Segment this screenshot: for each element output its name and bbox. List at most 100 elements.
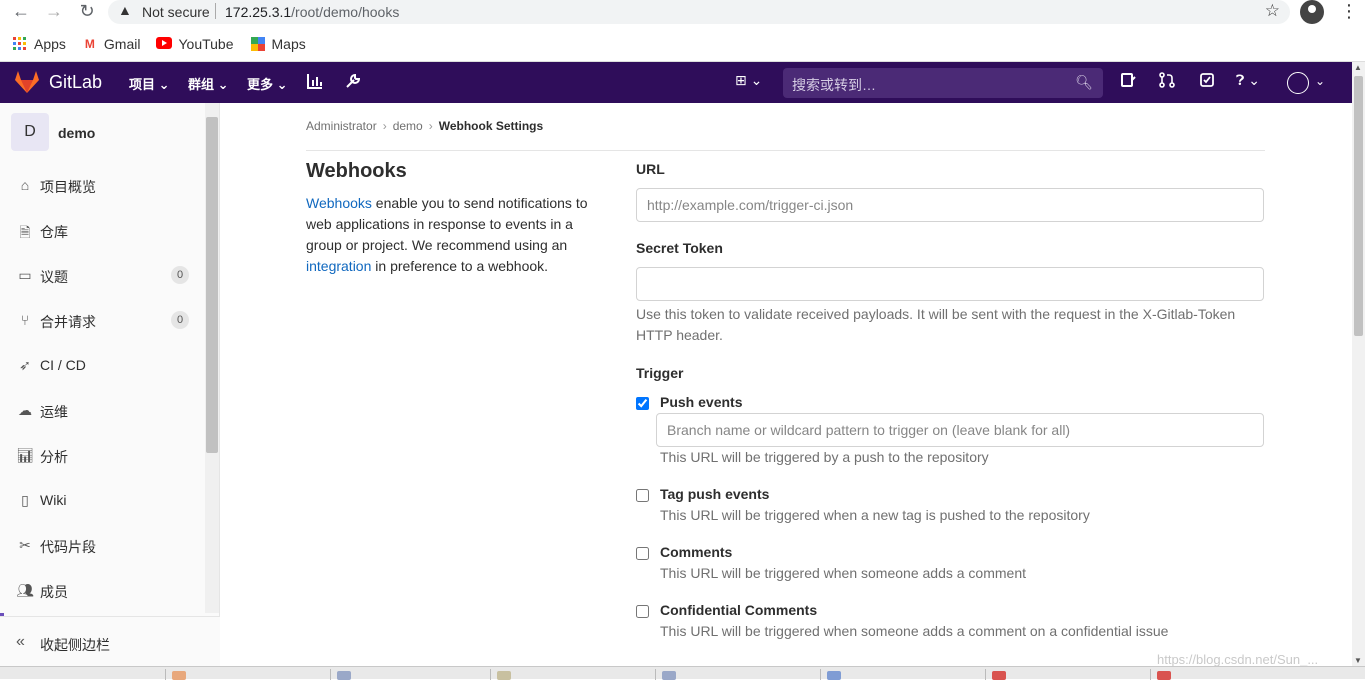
bookmark-maps[interactable]: Maps [250, 34, 306, 54]
nav-groups[interactable]: 群组 ⌄ [188, 74, 229, 93]
comments-checkbox[interactable] [636, 547, 649, 560]
breadcrumb-link-administrator[interactable]: Administrator [306, 119, 377, 133]
users-icon: 👥︎ [16, 582, 34, 598]
nav-projects[interactable]: 项目 ⌄ [129, 74, 170, 93]
taskbar-item-active[interactable] [1150, 669, 1310, 680]
taskbar-item[interactable] [985, 669, 1150, 680]
chevron-right-icon: › [382, 119, 387, 133]
nav-label: 项目 [129, 77, 156, 92]
merge-request-icon[interactable] [1159, 72, 1175, 93]
push-events-label[interactable]: Push events [660, 394, 742, 410]
taskbar-item[interactable] [820, 669, 985, 680]
branch-filter-input[interactable] [656, 413, 1264, 447]
taskbar-item[interactable] [165, 669, 330, 680]
sidebar-item-label: 运维 [40, 404, 68, 420]
bookmark-label: Maps [271, 36, 306, 52]
sidebar-item-snippets[interactable]: ✂ 代码片段 [16, 536, 191, 556]
breadcrumb-current[interactable]: Webhook Settings [439, 119, 543, 133]
breadcrumb-link-demo[interactable]: demo [393, 119, 423, 133]
sidebar-item-analytics[interactable]: 📊︎ 分析 [16, 446, 191, 466]
merge-request-icon: ⑂ [20, 312, 30, 328]
page-scrollbar[interactable]: ▲ ▼ [1352, 62, 1365, 666]
document-icon: 🗎︎ [19, 224, 31, 240]
cloud-icon: ☁ [18, 402, 32, 418]
url-input[interactable] [636, 188, 1264, 222]
scrollbar-thumb[interactable] [1354, 76, 1363, 336]
rocket-icon: ➶ [19, 357, 31, 373]
sidebar-item-operations[interactable]: ☁ 运维 [16, 401, 191, 421]
page-title: Webhooks [306, 160, 407, 182]
sidebar-item-label: 项目概览 [40, 179, 96, 195]
project-sidebar: D demo ⌂ 项目概览 🗎︎ 仓库 ▭ 议题 0 ⑂ 合并请求 0 ➶ CI… [0, 103, 220, 666]
nav-label: 更多 [247, 77, 274, 92]
gitlab-brand[interactable]: GitLab [49, 72, 102, 93]
gitlab-logo-icon[interactable] [14, 70, 40, 94]
kebab-menu-icon[interactable]: ⋮ [1340, 1, 1358, 22]
url-text: 172.25.3.1/root/demo/hooks [225, 4, 399, 20]
todos-check-icon[interactable] [1199, 72, 1215, 93]
scissors-icon: ✂ [19, 537, 31, 553]
chevron-down-icon[interactable]: ⌄ [1315, 74, 1325, 88]
forward-arrow-icon[interactable]: → [43, 0, 65, 22]
search-input[interactable]: 搜索或转到… 🔍︎ [783, 68, 1103, 98]
back-arrow-icon[interactable]: ← [10, 0, 32, 22]
sidebar-item-label: 代码片段 [40, 539, 96, 555]
comments-label[interactable]: Comments [660, 544, 732, 560]
taskbar-item[interactable] [330, 669, 490, 680]
sidebar-item-issues[interactable]: ▭ 议题 0 [16, 266, 191, 286]
scroll-down-icon[interactable]: ▼ [1354, 656, 1362, 665]
sidebar-scrollbar-thumb[interactable] [206, 117, 218, 453]
secret-token-help: Use this token to validate received payl… [636, 306, 1236, 343]
sidebar-item-label: 合并请求 [40, 314, 96, 330]
help-icon[interactable]: ❓︎ ⌄ [1236, 72, 1260, 89]
sidebar-item-label: 议题 [40, 269, 68, 285]
merge-requests-count-badge: 0 [171, 311, 189, 329]
os-taskbar [0, 666, 1365, 680]
warning-icon: ▲ [118, 2, 132, 18]
sidebar-item-merge-requests[interactable]: ⑂ 合并请求 0 [16, 311, 191, 331]
taskbar-item[interactable] [490, 669, 655, 680]
bookmark-youtube[interactable]: YouTube [156, 34, 234, 54]
chevron-down-icon: ⌄ [217, 77, 229, 92]
bookmark-gmail[interactable]: M Gmail [82, 34, 141, 54]
secret-token-label: Secret Token [636, 240, 723, 256]
sidebar-item-repository[interactable]: 🗎︎ 仓库 [16, 221, 191, 241]
user-avatar[interactable] [1287, 72, 1309, 94]
collapse-sidebar-button[interactable]: « 收起侧边栏 [0, 616, 220, 666]
nav-more[interactable]: 更多 ⌄ [247, 74, 288, 93]
url-host: 172.25.3.1 [225, 4, 292, 20]
reload-icon[interactable]: ↻ [76, 0, 98, 22]
webhooks-docs-link[interactable]: Webhooks [306, 195, 372, 211]
sidebar-item-overview[interactable]: ⌂ 项目概览 [16, 176, 191, 196]
scroll-up-icon[interactable]: ▲ [1354, 63, 1362, 72]
push-events-checkbox[interactable] [636, 397, 649, 410]
bookmark-label: Gmail [103, 36, 141, 52]
sidebar-item-ci-cd[interactable]: ➶ CI / CD [16, 356, 191, 376]
wrench-icon[interactable] [344, 72, 362, 95]
project-name[interactable]: demo [58, 125, 95, 141]
taskbar-item[interactable] [655, 669, 820, 680]
todo-issues-icon[interactable] [1120, 72, 1136, 93]
account-icon[interactable] [1300, 0, 1324, 24]
sidebar-item-wiki[interactable]: ▯ Wiki [16, 491, 191, 511]
address-bar[interactable]: ▲ Not secure 172.25.3.1/root/demo/hooks … [108, 0, 1290, 24]
bookmark-star-icon[interactable]: ☆ [1265, 1, 1280, 21]
sidebar-item-label: 仓库 [40, 224, 68, 240]
sidebar-item-members[interactable]: 👥︎ 成员 [16, 581, 191, 601]
confidential-comments-label[interactable]: Confidential Comments [660, 602, 817, 618]
tag-push-events-label[interactable]: Tag push events [660, 486, 769, 502]
project-avatar[interactable]: D [11, 113, 49, 151]
youtube-icon [156, 37, 173, 51]
bookmark-label: YouTube [178, 36, 234, 52]
bookmark-apps[interactable]: Apps [12, 34, 66, 54]
breadcrumb: Administrator › demo › Webhook Settings [306, 119, 543, 133]
webhooks-description: Webhooks enable you to send notification… [306, 193, 596, 277]
trigger-label: Trigger [636, 365, 684, 381]
secret-token-input[interactable] [636, 267, 1264, 301]
confidential-comments-checkbox[interactable] [636, 605, 649, 618]
new-item-plus-icon[interactable]: ⊞ ⌄ [735, 72, 762, 89]
activity-chart-icon[interactable] [306, 72, 324, 95]
integration-link[interactable]: integration [306, 258, 371, 274]
nav-label: 群组 [188, 77, 215, 92]
tag-push-events-checkbox[interactable] [636, 489, 649, 502]
